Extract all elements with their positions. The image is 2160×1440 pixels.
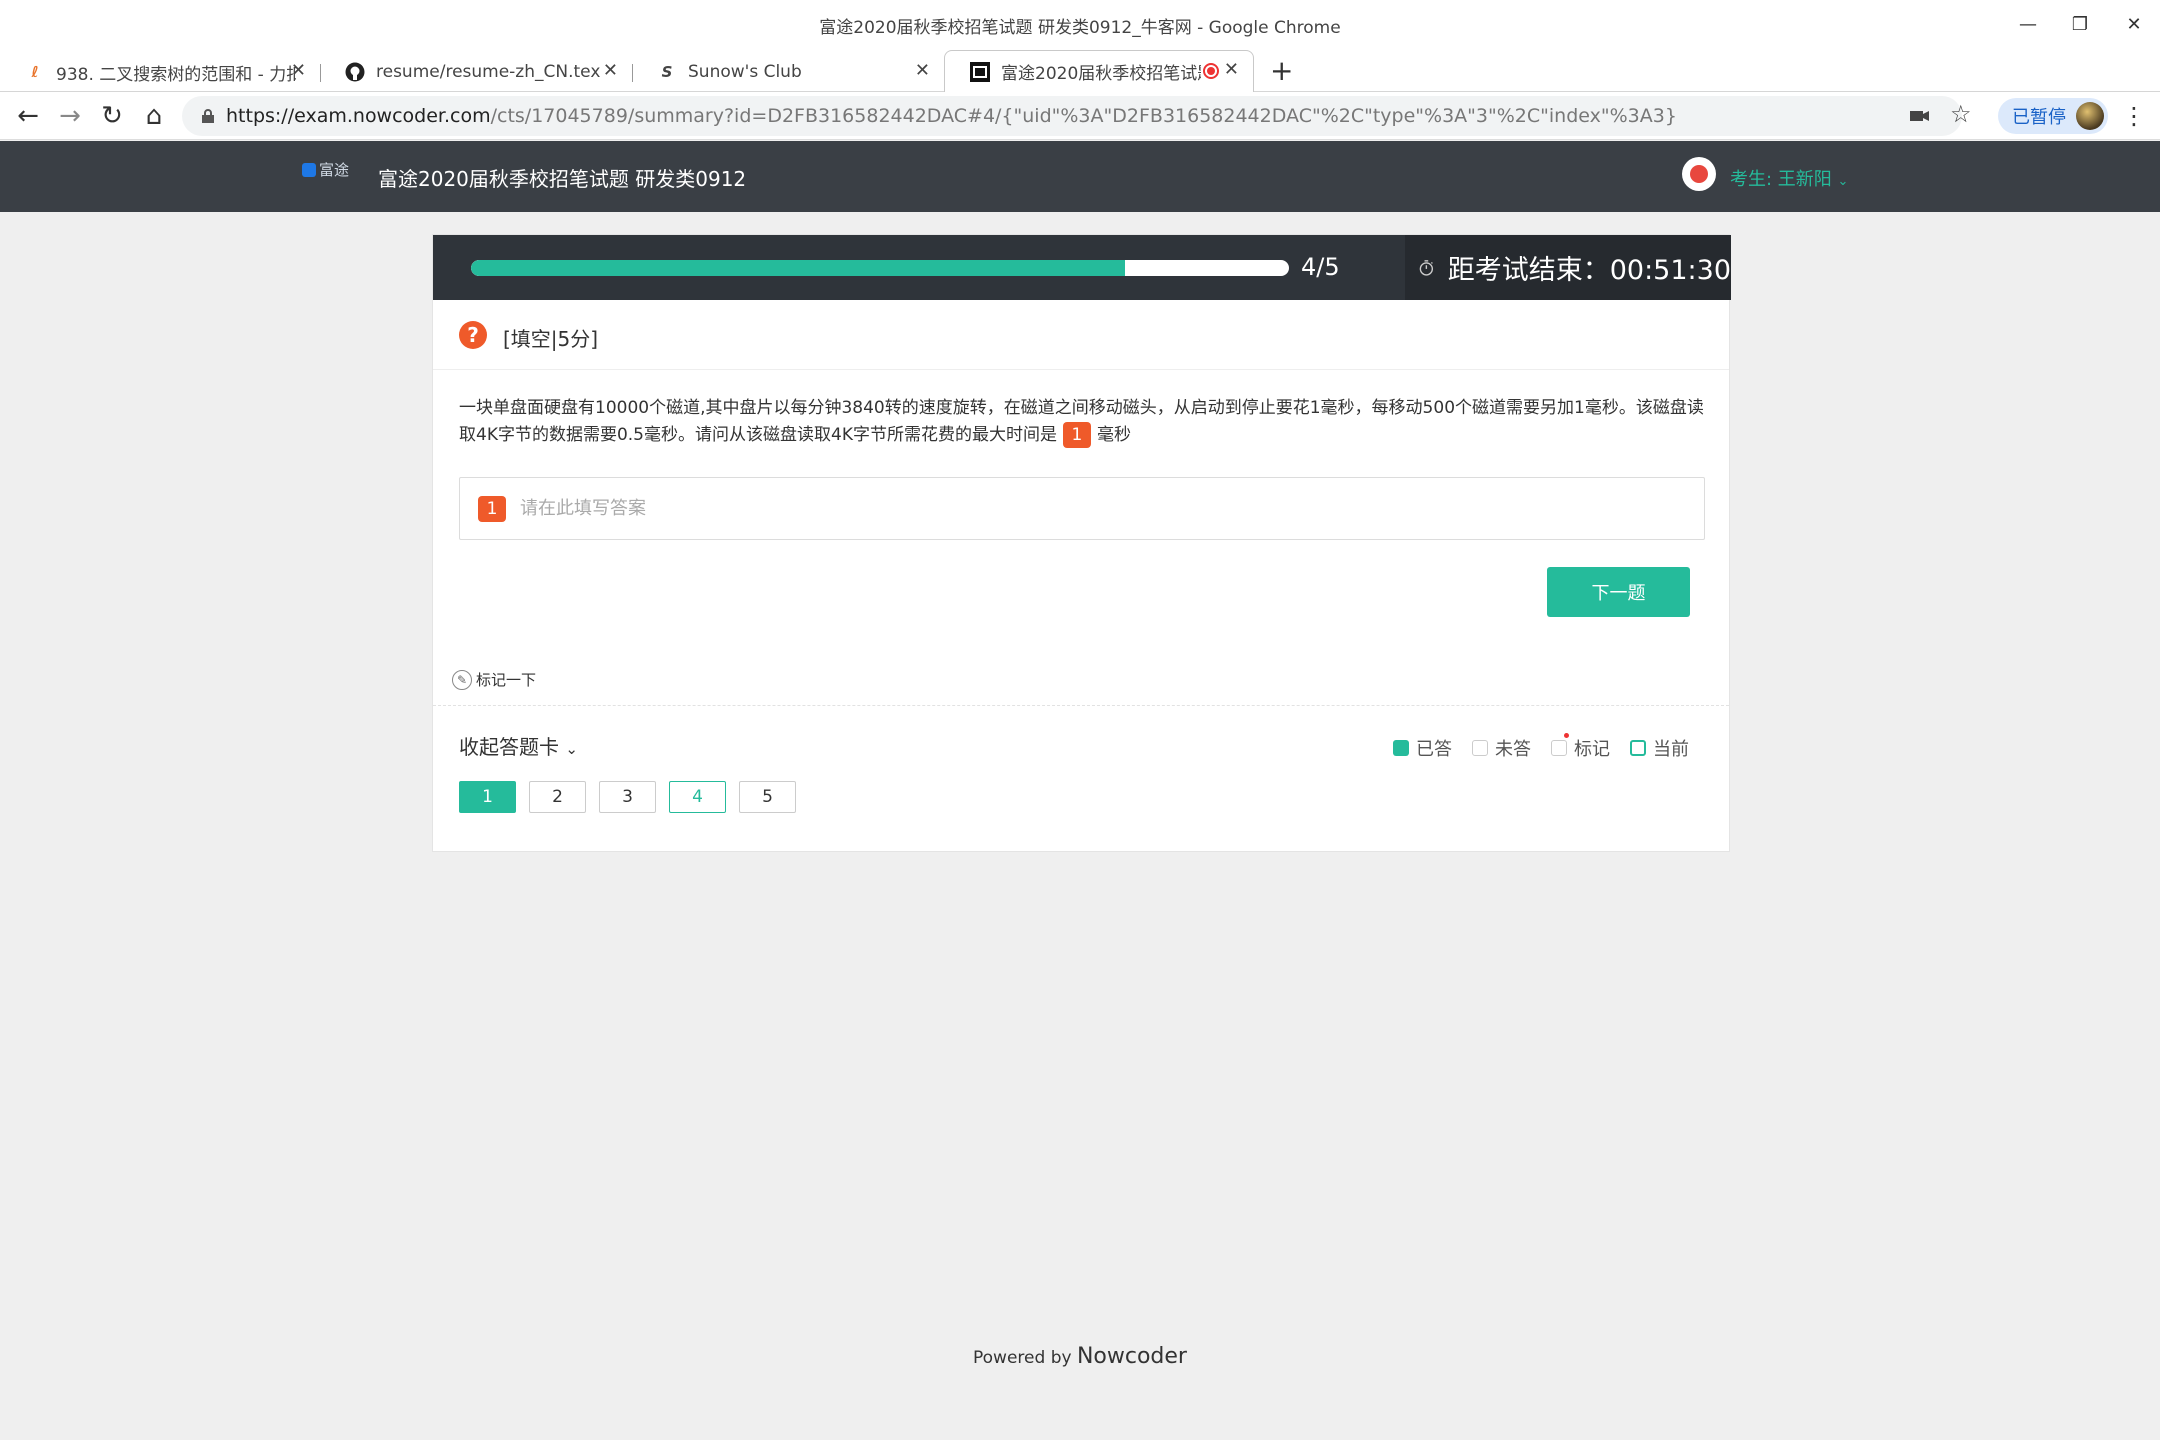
answer-blank-badge: 1 [478,495,506,522]
answered-swatch [1393,740,1409,756]
close-tab-icon[interactable]: ✕ [1224,59,1239,80]
tab-label: Sunow's Club [688,62,802,82]
question-type-label: [填空|5分] [503,327,599,351]
close-tab-icon[interactable]: ✕ [603,60,618,81]
close-tab-icon[interactable]: ✕ [915,60,930,81]
tab-sunow[interactable]: S Sunow's Club ✕ [632,52,944,92]
stopwatch-icon [1419,259,1434,276]
legend-current: 当前 [1630,735,1689,761]
video-camera-icon[interactable] [1910,108,1930,122]
progress-track [471,260,1289,276]
sunow-icon: S [661,63,673,81]
mark-question-toggle[interactable]: ✎ 标记一下 [452,669,536,690]
forward-icon[interactable]: → [52,98,88,134]
github-icon [344,61,366,83]
home-icon[interactable]: ⌂ [136,98,172,134]
timer-box: 距考试结束：00:51:30 [1405,235,1731,300]
blank-marker: 1 [1062,422,1091,448]
question-number-4[interactable]: 4 [669,781,726,813]
nowcoder-icon [969,61,991,83]
footer: Powered by Nowcoder [0,1344,2160,1369]
exam-panel: 4/5 距考试结束：00:51:30 ? [填空|5分] 一块单盘面硬盘有100… [432,234,1731,852]
stem-unit: 毫秒 [1096,425,1131,445]
progress-header: 4/5 距考试结束：00:51:30 [433,235,1731,300]
chevron-down-icon: ⌄ [565,740,578,758]
footer-brand: Nowcoder [1076,1344,1187,1369]
leetcode-icon: ℓ [31,63,39,81]
bookmark-star-icon[interactable]: ☆ [1950,100,1972,128]
legend-marked: 标记 [1551,733,1610,761]
futu-logo: 富途 [302,159,349,180]
answer-input[interactable] [520,498,1620,519]
futu-logo-icon [302,162,316,177]
exam-title: 富途2020届秋季校招笔试题 研发类0912 [378,167,747,191]
progress-fill [471,260,1126,276]
countdown-timer: 距考试结束：00:51:30 [1447,255,1731,286]
webcam-icon [1682,157,1716,191]
tab-label: 938. 二叉搜索树的范围和 - 力扣 [56,64,296,85]
tab-nowcoder-active[interactable]: 富途2020届秋季校招笔试题 ✕ [944,50,1254,92]
url-text: https://exam.nowcoder.com/cts/17045789/s… [226,105,1677,127]
question-number-list: 1 2 3 4 5 [459,781,809,813]
question-number-1[interactable]: 1 [459,781,516,813]
close-tab-icon[interactable]: ✕ [291,60,306,81]
footer-prefix: Powered by [973,1348,1072,1368]
avatar [2076,102,2104,130]
tab-label: 富途2020届秋季校招笔试题 [1001,64,1201,84]
question-number-3[interactable]: 3 [599,781,656,813]
legend-answered: 已答 [1393,735,1452,761]
recording-icon [1203,63,1219,79]
window-title: 富途2020届秋季校招笔试题 研发类0912_牛客网 - Google Chro… [819,18,1341,38]
marked-dot [1564,733,1569,738]
browser-toolbar: ← → ↻ ⌂ https://exam.nowcoder.com/cts/17… [0,92,2160,140]
mark-label: 标记一下 [476,671,537,689]
tab-github[interactable]: resume/resume-zh_CN.tex at ✕ [320,52,632,92]
window-titlebar: 富途2020届秋季校招笔试题 研发类0912_牛客网 - Google Chro… [0,0,2160,52]
reload-icon[interactable]: ↻ [94,98,130,134]
profile-paused-button[interactable]: 已暂停 [1998,98,2108,134]
examinee-menu[interactable]: 考生: 王新阳 ⌄ [1730,165,1848,191]
chevron-down-icon: ⌄ [1837,174,1849,189]
tab-strip: ℓ 938. 二叉搜索树的范围和 - 力扣 ✕ resume/resume-zh… [0,50,2160,92]
question-mark-icon: ? [459,321,487,349]
question-type-row: ? [填空|5分] [433,300,1729,370]
minimize-button[interactable]: — [2008,10,2048,40]
tab-leetcode[interactable]: ℓ 938. 二叉搜索树的范围和 - 力扣 ✕ [0,52,320,92]
back-icon[interactable]: ← [10,98,46,134]
answer-card-toggle[interactable]: 收起答题卡 ⌄ [459,731,578,760]
compass-icon: ✎ [452,669,472,690]
answer-field-container: 1 [459,477,1705,540]
marked-swatch [1551,740,1567,756]
lock-icon [202,109,214,123]
tab-label: resume/resume-zh_CN.tex at [376,62,606,82]
restore-button[interactable]: ❐ [2060,10,2100,40]
new-tab-button[interactable]: + [1270,54,1293,87]
answer-card-legend: 已答 未答 标记 当前 [1373,733,1689,761]
legend-unanswered: 未答 [1472,735,1531,761]
divider [433,705,1729,706]
site-header: 富途 富途2020届秋季校招笔试题 研发类0912 考生: 王新阳 ⌄ [0,141,2160,212]
paused-label: 已暂停 [2012,107,2066,128]
question-number-5[interactable]: 5 [739,781,796,813]
address-bar[interactable]: https://exam.nowcoder.com/cts/17045789/s… [182,96,1962,136]
progress-count: 4/5 [1301,253,1340,281]
more-menu-icon[interactable]: ⋮ [2116,98,2152,134]
next-question-button[interactable]: 下一题 [1547,567,1690,617]
unanswered-swatch [1472,740,1488,756]
close-window-button[interactable]: ✕ [2114,10,2154,40]
current-swatch [1630,740,1646,756]
question-stem: 一块单盘面硬盘有10000个磁道,其中盘片以每分钟3840转的速度旋转，在磁道之… [459,395,1709,449]
question-number-2[interactable]: 2 [529,781,586,813]
